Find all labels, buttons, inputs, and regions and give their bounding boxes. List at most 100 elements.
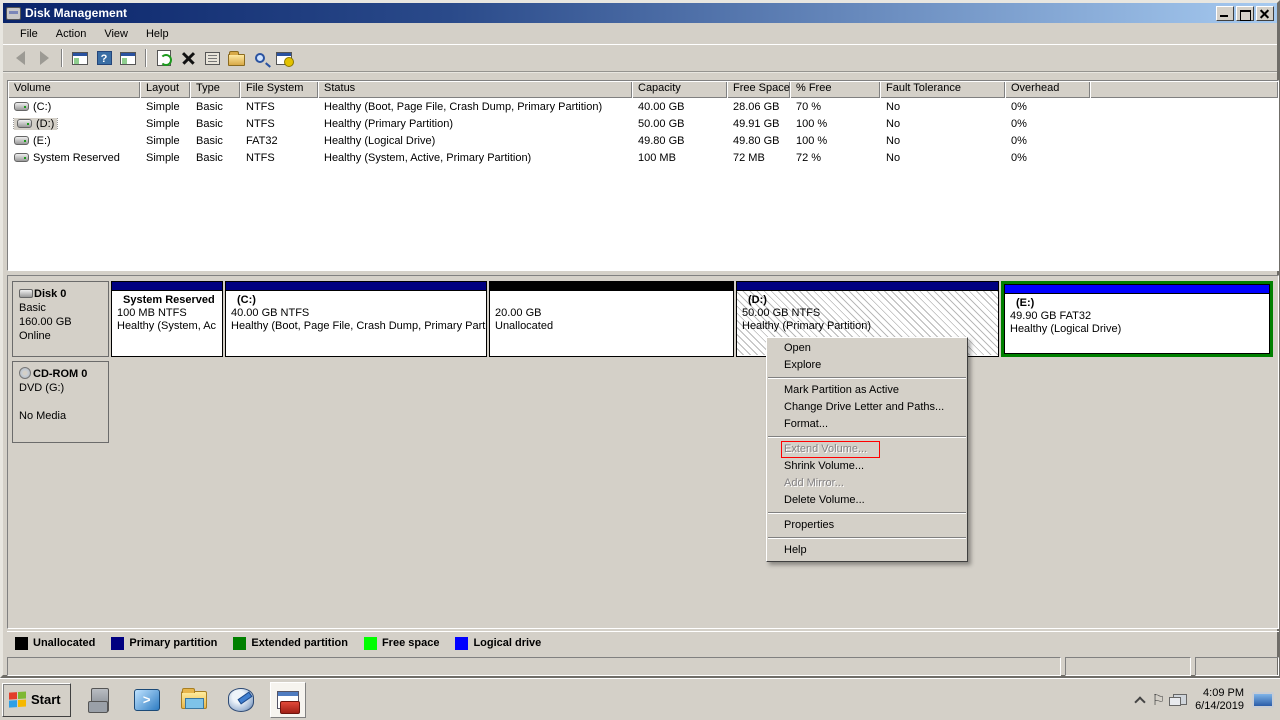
partition-unallocated[interactable]: 20.00 GB Unallocated bbox=[489, 281, 734, 357]
start-button[interactable]: Start bbox=[2, 683, 71, 717]
col-type[interactable]: Type bbox=[190, 81, 240, 98]
legend-swatch bbox=[233, 637, 246, 650]
window-title: Disk Management bbox=[25, 6, 1214, 20]
cell-overhead: 0% bbox=[1005, 135, 1090, 147]
menu-item-properties[interactable]: Properties bbox=[767, 517, 967, 534]
menu-item-change-drive-letter[interactable]: Change Drive Letter and Paths... bbox=[767, 399, 967, 416]
partition-e-logical[interactable]: (E:) 49.90 GB FAT32 Healthy (Logical Dri… bbox=[1001, 281, 1273, 357]
properties-button[interactable] bbox=[201, 47, 223, 69]
show-console-tree-button[interactable] bbox=[69, 47, 91, 69]
menu-item-help[interactable]: Help bbox=[767, 542, 967, 559]
table-row-c[interactable]: (C:) Simple Basic NTFS Healthy (Boot, Pa… bbox=[8, 98, 1278, 115]
tray-clock[interactable]: 4:09 PM 6/14/2019 bbox=[1195, 687, 1244, 713]
disk0-label-panel[interactable]: Disk 0 Basic 160.00 GB Online bbox=[12, 281, 109, 357]
magnifier-icon bbox=[255, 53, 265, 63]
col-pct-free[interactable]: % Free bbox=[790, 81, 880, 98]
col-overhead[interactable]: Overhead bbox=[1005, 81, 1090, 98]
open-button[interactable] bbox=[225, 47, 247, 69]
partition-type-bar bbox=[226, 282, 486, 291]
menu-help[interactable]: Help bbox=[137, 25, 178, 43]
taskbar-disk-tool[interactable] bbox=[223, 682, 259, 718]
cell-fault-tolerance: No bbox=[880, 101, 1005, 113]
menu-item-delete-volume[interactable]: Delete Volume... bbox=[767, 492, 967, 509]
cell-type: Basic bbox=[190, 152, 240, 164]
volume-list-pane: Volume Layout Type File System Status Ca… bbox=[7, 80, 1279, 271]
table-row-system-reserved[interactable]: System Reserved Simple Basic NTFS Health… bbox=[8, 149, 1278, 166]
disk0-name: Disk 0 bbox=[34, 288, 66, 300]
extend-volume-annotation: Extend Volume... bbox=[781, 441, 880, 458]
maximize-button[interactable] bbox=[1236, 6, 1254, 21]
status-panel bbox=[7, 657, 1061, 676]
cell-capacity: 50.00 GB bbox=[632, 118, 727, 130]
partition-system-reserved[interactable]: System Reserved 100 MB NTFS Healthy (Sys… bbox=[111, 281, 223, 357]
cell-pct-free: 70 % bbox=[790, 101, 880, 113]
title-bar[interactable]: Disk Management bbox=[3, 3, 1277, 23]
partition-c[interactable]: (C:) 40.00 GB NTFS Healthy (Boot, Page F… bbox=[225, 281, 487, 357]
back-button[interactable] bbox=[9, 47, 31, 69]
cdrom-row: CD-ROM 0 DVD (G:) No Media bbox=[12, 361, 109, 443]
delete-button[interactable] bbox=[177, 47, 199, 69]
close-button[interactable] bbox=[1256, 6, 1274, 21]
taskbar-computer-management-active[interactable] bbox=[270, 682, 306, 718]
col-file-system[interactable]: File System bbox=[240, 81, 318, 98]
legend-swatch bbox=[455, 637, 468, 650]
cell-type: Basic bbox=[190, 101, 240, 113]
menu-item-mark-partition-active[interactable]: Mark Partition as Active bbox=[767, 382, 967, 399]
col-status[interactable]: Status bbox=[318, 81, 632, 98]
cell-capacity: 100 MB bbox=[632, 152, 727, 164]
legend-swatch bbox=[364, 637, 377, 650]
col-volume[interactable]: Volume bbox=[8, 81, 140, 98]
delete-x-icon bbox=[181, 51, 195, 65]
cell-layout: Simple bbox=[140, 101, 190, 113]
show-desktop-icon[interactable] bbox=[1252, 692, 1274, 708]
col-capacity[interactable]: Capacity bbox=[632, 81, 727, 98]
volume-icon bbox=[14, 153, 29, 162]
col-filler bbox=[1090, 81, 1278, 98]
network-icon[interactable] bbox=[1173, 694, 1187, 705]
back-arrow-icon bbox=[16, 51, 25, 65]
volume-table-header: Volume Layout Type File System Status Ca… bbox=[8, 81, 1278, 98]
table-row-d-selected[interactable]: (D:) Simple Basic NTFS Healthy (Primary … bbox=[8, 115, 1278, 132]
legend-swatch bbox=[15, 637, 28, 650]
partition-type-bar bbox=[1005, 285, 1269, 294]
refresh-button[interactable] bbox=[153, 47, 175, 69]
start-label: Start bbox=[31, 692, 61, 707]
help-icon: ? bbox=[97, 51, 112, 65]
cell-type: Basic bbox=[190, 135, 240, 147]
menu-file[interactable]: File bbox=[11, 25, 47, 43]
explorer-folder-icon bbox=[181, 691, 207, 709]
table-row-e[interactable]: (E:) Simple Basic FAT32 Healthy (Logical… bbox=[8, 132, 1278, 149]
col-layout[interactable]: Layout bbox=[140, 81, 190, 98]
cdrom-label-panel[interactable]: CD-ROM 0 DVD (G:) No Media bbox=[12, 361, 109, 443]
legend-swatch bbox=[111, 637, 124, 650]
cell-fs: NTFS bbox=[240, 152, 318, 164]
action-center-flag-icon[interactable]: ⚐ bbox=[1152, 691, 1165, 709]
forward-button[interactable] bbox=[33, 47, 55, 69]
taskbar-powershell[interactable]: > bbox=[129, 682, 165, 718]
tray-time: 4:09 PM bbox=[1195, 687, 1244, 700]
menu-item-format[interactable]: Format... bbox=[767, 416, 967, 433]
cell-volume: (E:) bbox=[33, 135, 51, 147]
rescan-button[interactable] bbox=[249, 47, 271, 69]
legend-logical-drive: Logical drive bbox=[455, 637, 541, 650]
col-fault-tolerance[interactable]: Fault Tolerance bbox=[880, 81, 1005, 98]
taskbar-server-manager[interactable] bbox=[82, 682, 118, 718]
partition-type-bar bbox=[490, 282, 733, 291]
help-button[interactable]: ? bbox=[93, 47, 115, 69]
menu-view[interactable]: View bbox=[95, 25, 137, 43]
cell-fs: NTFS bbox=[240, 101, 318, 113]
minimize-button[interactable] bbox=[1216, 6, 1234, 21]
tray-expand-chevron-icon[interactable] bbox=[1134, 696, 1145, 707]
col-free-space[interactable]: Free Space bbox=[727, 81, 790, 98]
cd-icon bbox=[19, 367, 31, 379]
volume-icon bbox=[14, 136, 29, 145]
manage-computer-button[interactable] bbox=[273, 47, 295, 69]
taskbar-file-explorer[interactable] bbox=[176, 682, 212, 718]
cell-overhead: 0% bbox=[1005, 101, 1090, 113]
menu-action[interactable]: Action bbox=[47, 25, 96, 43]
menu-item-shrink-volume[interactable]: Shrink Volume... bbox=[767, 458, 967, 475]
cdrom-media: DVD (G:) bbox=[19, 381, 104, 395]
menu-item-explore[interactable]: Explore bbox=[767, 357, 967, 374]
menu-item-open[interactable]: Open bbox=[767, 340, 967, 357]
show-action-pane-button[interactable] bbox=[117, 47, 139, 69]
